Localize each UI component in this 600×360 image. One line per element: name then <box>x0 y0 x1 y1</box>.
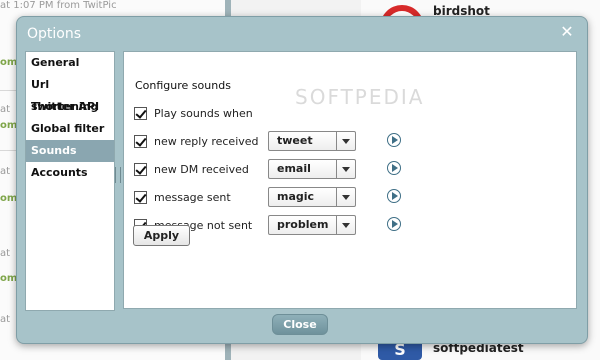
nav-item-general[interactable]: General <box>26 52 114 74</box>
tweet-source-mark: om <box>0 120 18 131</box>
play-icon[interactable] <box>387 133 401 147</box>
close-icon[interactable]: ✕ <box>559 24 575 40</box>
nav-item-global-filter[interactable]: Global filter <box>26 118 114 140</box>
nav-item-accounts[interactable]: Accounts <box>26 162 114 184</box>
tweet-timestamp: at <box>0 248 11 259</box>
play-sounds-label: Play sounds when <box>154 107 253 120</box>
selected-value: tweet <box>277 134 313 147</box>
play-icon[interactable] <box>387 217 401 231</box>
nav-item-url-shortening[interactable]: Url shortening <box>26 74 114 113</box>
tweet-timestamp: at 1:07 PM from TwitPic <box>0 0 117 11</box>
dm-sound-select[interactable]: email <box>268 159 356 179</box>
play-sounds-row: Play sounds when <box>134 106 434 124</box>
dm-checkbox[interactable] <box>134 163 147 176</box>
sent-sound-select[interactable]: magic <box>268 187 356 207</box>
tweet-source-mark: om <box>0 57 18 68</box>
not-sent-sound-select[interactable]: problem <box>268 215 356 235</box>
reply-sound-select[interactable]: tweet <box>268 131 356 151</box>
sent-checkbox[interactable] <box>134 191 147 204</box>
close-button[interactable]: Close <box>272 314 328 335</box>
chevron-down-icon <box>336 188 355 206</box>
nav-item-twitter-api[interactable]: Twitter API <box>26 96 114 118</box>
tweet-source-mark: om <box>0 273 18 284</box>
apply-button[interactable]: Apply <box>133 225 190 246</box>
options-dialog: Options ✕ General Url shortening Twitter… <box>16 16 588 344</box>
nav-item-sounds[interactable]: Sounds <box>26 140 114 162</box>
sound-row-dm: new DM received email <box>134 159 434 180</box>
selected-value: magic <box>277 190 315 203</box>
section-heading: Configure sounds <box>135 79 231 92</box>
selected-value: email <box>277 162 311 175</box>
dialog-title: Options <box>27 26 82 42</box>
options-nav: General Url shortening Twitter API Globa… <box>25 51 115 311</box>
tweet-timestamp: at <box>0 314 11 325</box>
splitter-handle[interactable] <box>115 167 121 183</box>
tweet-timestamp: at <box>0 104 11 115</box>
sound-row-sent: message sent magic <box>134 187 434 208</box>
chevron-down-icon <box>336 132 355 150</box>
reply-checkbox[interactable] <box>134 135 147 148</box>
selected-value: problem <box>277 218 329 231</box>
sounds-panel: Configure sounds Play sounds when new re… <box>123 51 577 309</box>
sent-label: message sent <box>154 191 231 204</box>
chevron-down-icon <box>336 160 355 178</box>
tweet-timestamp: at <box>0 166 11 177</box>
tweet-source-mark: om <box>0 193 18 204</box>
dm-label: new DM received <box>154 163 249 176</box>
sound-row-reply: new reply received tweet <box>134 131 434 152</box>
play-icon[interactable] <box>387 189 401 203</box>
reply-label: new reply received <box>154 135 259 148</box>
play-sounds-checkbox[interactable] <box>134 107 147 120</box>
play-icon[interactable] <box>387 161 401 175</box>
chevron-down-icon <box>336 216 355 234</box>
